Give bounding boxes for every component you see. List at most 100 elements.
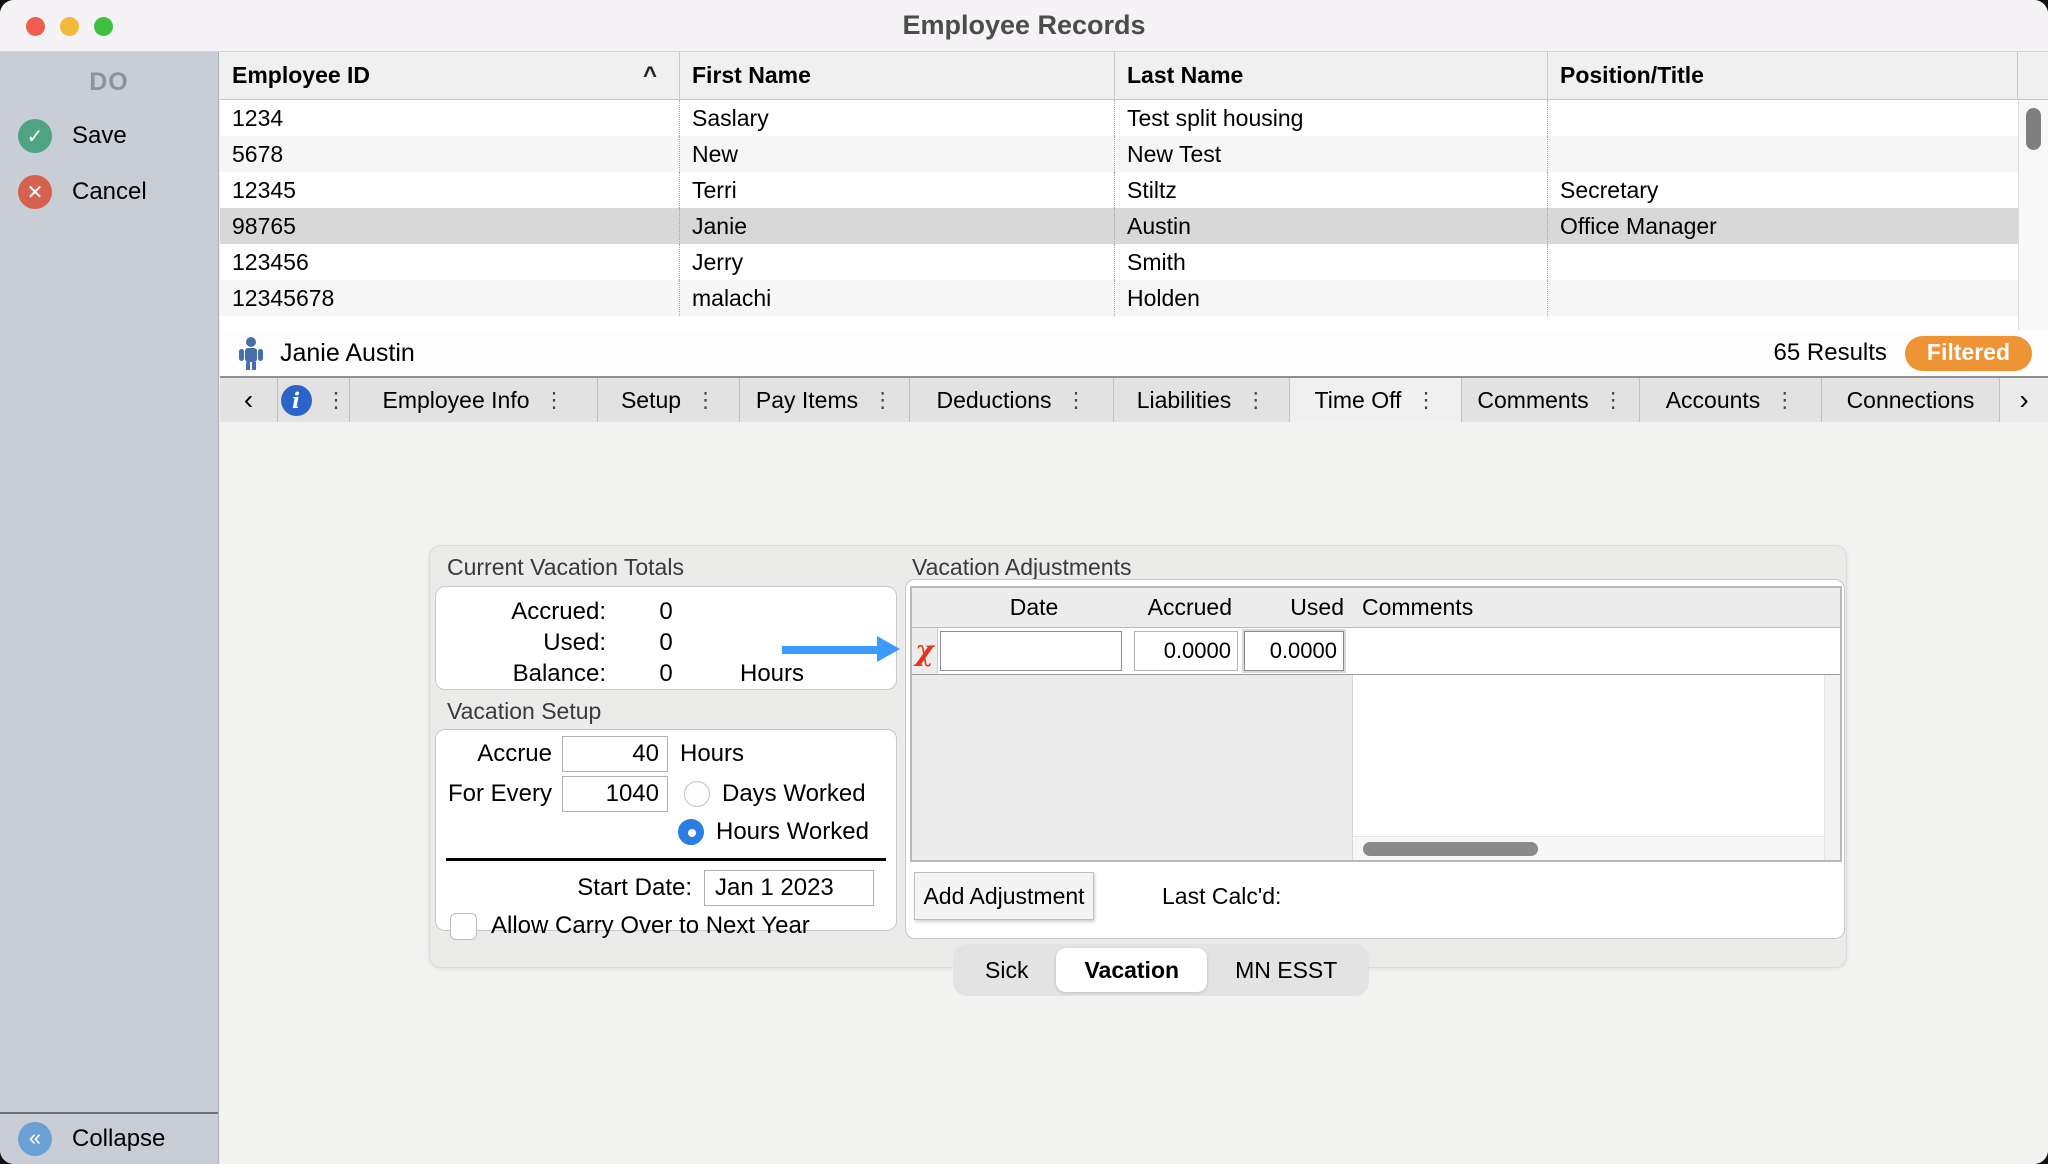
adj-column-used: Used — [1290, 594, 1344, 620]
table-row[interactable]: 123456 Jerry Smith — [220, 244, 2048, 280]
delete-row-button[interactable]: χ — [912, 628, 938, 674]
adjustment-used-input[interactable]: 0.0000 — [1244, 631, 1344, 671]
table-row[interactable]: 5678 New New Test — [220, 136, 2048, 172]
cancel-button[interactable]: ✕ Cancel — [0, 170, 218, 214]
save-button-label: Save — [72, 122, 127, 149]
sidebar-header: DO — [89, 68, 129, 96]
carry-over-checkbox[interactable] — [450, 912, 477, 940]
segment-sick[interactable]: Sick — [957, 948, 1056, 992]
minimize-window-button[interactable] — [60, 16, 79, 36]
tab-menu-icon[interactable]: ⋮ — [872, 388, 893, 413]
x-icon: ✕ — [18, 175, 52, 209]
adj-column-date: Date — [1009, 594, 1059, 620]
filtered-badge[interactable]: Filtered — [1904, 335, 2032, 371]
start-date-input[interactable]: Jan 1 2023 — [704, 870, 874, 906]
tab-bar: ‹ i ⋮ Employee Info ⋮ Setup ⋮ Pay Items … — [220, 376, 2048, 422]
used-label: Used: — [543, 628, 606, 656]
tab-pay-items[interactable]: Pay Items ⋮ — [740, 378, 910, 422]
segment-vacation[interactable]: Vacation — [1056, 948, 1208, 992]
accrue-unit: Hours — [680, 740, 745, 767]
double-chevron-left-icon: « — [18, 1122, 52, 1156]
time-off-content: Current Vacation Totals Accrued: 0 Used:… — [220, 422, 2048, 1164]
accrued-label: Accrued: — [511, 597, 606, 625]
adjustment-comments-input[interactable] — [1348, 628, 1840, 674]
accrue-label: Accrue — [477, 740, 552, 767]
accrue-input[interactable]: 40 — [562, 736, 668, 772]
tab-menu-icon[interactable]: ⋮ — [695, 388, 716, 413]
adj-column-accrued: Accrued — [1147, 594, 1232, 620]
carry-over-label: Allow Carry Over to Next Year — [491, 912, 810, 939]
tab-info[interactable]: i ⋮ — [278, 378, 350, 422]
cancel-button-label: Cancel — [72, 178, 147, 205]
save-button[interactable]: ✓ Save — [0, 114, 218, 158]
tabs-scroll-left-button[interactable]: ‹ — [220, 378, 278, 422]
scissors-icon: χ — [915, 634, 934, 667]
tab-deductions[interactable]: Deductions ⋮ — [910, 378, 1114, 422]
accrued-value: 0 — [659, 597, 673, 625]
table-row[interactable]: 12345678 malachi Holden — [220, 280, 2048, 316]
sidebar: DO ✓ Save ✕ Cancel « Collapse — [0, 52, 219, 1164]
adjustment-date-input[interactable] — [940, 631, 1122, 671]
days-worked-radio[interactable] — [684, 781, 710, 807]
tab-time-off[interactable]: Time Off ⋮ — [1290, 378, 1462, 422]
column-header-position[interactable]: Position/Title — [1548, 52, 2018, 99]
tab-setup[interactable]: Setup ⋮ — [598, 378, 740, 422]
close-window-button[interactable] — [26, 16, 45, 36]
column-header-last-name[interactable]: Last Name — [1115, 52, 1548, 99]
scrollbar-thumb[interactable] — [1363, 842, 1538, 856]
tab-menu-icon[interactable]: ⋮ — [1245, 388, 1266, 413]
vertical-scrollbar[interactable] — [2018, 100, 2048, 330]
for-every-input[interactable]: 1040 — [562, 776, 668, 812]
table-row-selected[interactable]: 98765 Janie Austin Office Manager — [220, 208, 2048, 244]
tab-menu-icon[interactable]: ⋮ — [1066, 388, 1087, 413]
time-off-panel: Current Vacation Totals Accrued: 0 Used:… — [429, 545, 1847, 968]
zoom-window-button[interactable] — [94, 16, 113, 36]
tab-employee-info[interactable]: Employee Info ⋮ — [350, 378, 598, 422]
tab-menu-icon[interactable]: ⋮ — [1603, 388, 1624, 413]
setup-title: Vacation Setup — [447, 698, 602, 724]
hours-worked-radio[interactable] — [678, 819, 704, 845]
segment-mn-esst[interactable]: MN ESST — [1207, 948, 1365, 992]
setup-box: Accrue 40 Hours For Every 1040 Days Work… — [435, 729, 897, 940]
tab-menu-icon[interactable]: ⋮ — [1415, 388, 1436, 413]
collapse-button[interactable]: « Collapse — [0, 1112, 218, 1164]
results-count: 65 Results — [1773, 339, 1887, 366]
person-icon — [239, 337, 263, 370]
start-date-label: Start Date: — [577, 874, 692, 901]
balance-value: 0 — [659, 659, 673, 687]
tab-connections[interactable]: Connections — [1822, 378, 2000, 422]
adjustments-title: Vacation Adjustments — [912, 554, 1132, 580]
employee-list-header: Employee ID ^ First Name Last Name Posit… — [220, 52, 2048, 100]
used-value: 0 — [659, 628, 673, 656]
divider — [446, 858, 886, 861]
adjustment-accrued-input[interactable]: 0.0000 — [1134, 631, 1238, 671]
tab-menu-icon[interactable]: ⋮ — [1774, 388, 1795, 413]
comments-vertical-scrollbar[interactable] — [1824, 675, 1840, 860]
days-worked-label: Days Worked — [722, 780, 866, 807]
column-header-spacer — [2018, 52, 2048, 99]
window-title: Employee Records — [902, 10, 1146, 40]
adjustments-table-body — [912, 675, 1840, 860]
tab-menu-icon[interactable]: ⋮ — [326, 388, 347, 413]
hours-worked-label: Hours Worked — [716, 818, 869, 845]
column-header-employee-id[interactable]: Employee ID ^ — [220, 52, 680, 99]
scrollbar-thumb[interactable] — [2026, 108, 2041, 150]
leave-type-segmented-control: Sick Vacation MN ESST — [953, 944, 1370, 996]
adjustments-panel: Date Accrued Used Comments χ 0.0000 0.00… — [905, 579, 1845, 939]
column-header-first-name[interactable]: First Name — [680, 52, 1115, 99]
table-row[interactable]: 1234 Saslary Test split housing — [220, 100, 2048, 136]
tabs-scroll-right-button[interactable]: › — [2000, 378, 2048, 422]
adjustments-table: Date Accrued Used Comments χ 0.0000 0.00… — [910, 586, 1842, 862]
traffic-lights — [26, 0, 113, 52]
comments-horizontal-scrollbar[interactable] — [1353, 836, 1824, 860]
tab-liabilities[interactable]: Liabilities ⋮ — [1114, 378, 1290, 422]
tab-menu-icon[interactable]: ⋮ — [544, 388, 565, 413]
for-every-label: For Every — [447, 780, 552, 807]
add-adjustment-button[interactable]: Add Adjustment — [914, 872, 1094, 920]
tab-comments[interactable]: Comments ⋮ — [1462, 378, 1640, 422]
adj-column-comments: Comments — [1362, 594, 1474, 620]
tab-accounts[interactable]: Accounts ⋮ — [1640, 378, 1822, 422]
table-row[interactable]: 12345 Terri Stiltz Secretary — [220, 172, 2048, 208]
last-calcd-label: Last Calc'd: — [1162, 883, 1282, 909]
totals-unit: Hours — [740, 659, 805, 687]
